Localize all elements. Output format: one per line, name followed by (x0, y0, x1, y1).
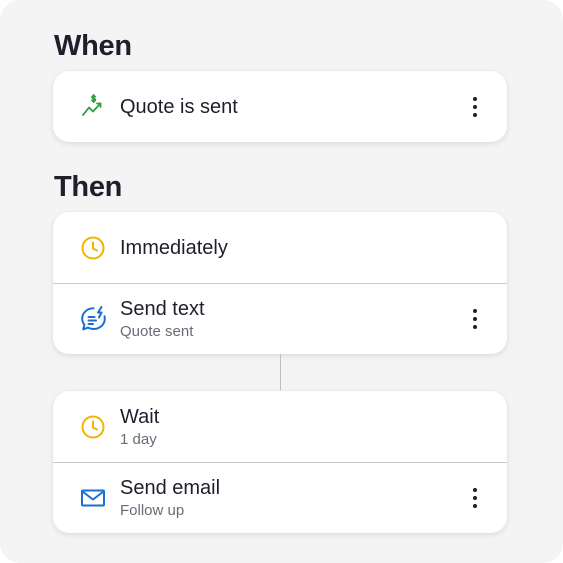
automation-panel: When Quote is sent Then Immediately Send… (0, 0, 563, 563)
step-connector-line (280, 354, 281, 390)
step-2-timing-row[interactable]: Wait 1 day (53, 391, 507, 462)
step-2-timing-text: Wait 1 day (120, 405, 159, 449)
when-heading: When (54, 30, 132, 62)
clock-icon (79, 413, 107, 441)
step-2-action-label: Send email (120, 477, 221, 499)
step-1-action-label: Send text (120, 298, 205, 320)
step-card-2[interactable]: Wait 1 day Send email Follow up (53, 391, 507, 533)
then-heading: Then (54, 171, 123, 203)
trigger-more-menu-icon[interactable] (465, 93, 485, 121)
clock-icon (79, 234, 107, 262)
step-1-timing-text: Immediately (120, 236, 228, 260)
step-2-action-sub: Follow up (120, 502, 185, 519)
trigger-text: Quote is sent (120, 95, 238, 119)
dollar-trend-icon (79, 93, 107, 121)
step-card-1[interactable]: Immediately Send text Quote sent (53, 212, 507, 354)
step-1-timing-row[interactable]: Immediately (53, 212, 507, 283)
step-2-more-menu-icon[interactable] (465, 484, 485, 512)
step-1-timing-label: Immediately (120, 236, 228, 259)
step-1-more-menu-icon[interactable] (465, 305, 485, 333)
trigger-label: Quote is sent (120, 95, 238, 118)
step-2-timing-sub: 1 day (120, 430, 157, 448)
step-1-action-text: Send text Quote sent (120, 297, 205, 341)
email-icon (79, 484, 107, 512)
trigger-card[interactable]: Quote is sent (53, 71, 507, 142)
trigger-row[interactable]: Quote is sent (53, 71, 507, 142)
step-2-timing-label: Wait (120, 405, 160, 428)
text-message-icon (79, 305, 107, 333)
step-1-action-sub: Quote sent (120, 323, 194, 340)
step-2-action-text: Send email Follow up (120, 476, 220, 520)
step-2-action-row[interactable]: Send email Follow up (53, 462, 507, 533)
step-1-action-row[interactable]: Send text Quote sent (53, 283, 507, 354)
